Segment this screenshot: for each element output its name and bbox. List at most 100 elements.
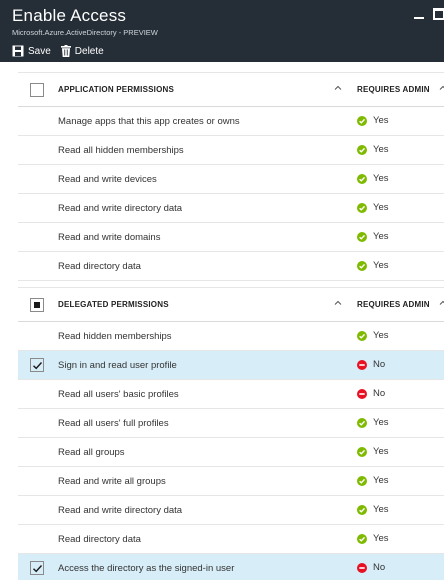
green-check-circle-icon xyxy=(357,533,367,544)
requires-admin-status: No xyxy=(357,359,385,370)
permission-row[interactable]: Access the directory as the signed-in us… xyxy=(18,554,444,580)
permission-row[interactable]: Read and write domains Yes xyxy=(18,223,444,252)
permission-row[interactable]: Read and write directory data Yes xyxy=(18,194,444,223)
requires-admin-value: Yes xyxy=(373,417,389,428)
permission-row[interactable]: Sign in and read user profile No xyxy=(18,351,444,380)
requires-admin-column[interactable]: REQUIRES ADMIN xyxy=(357,300,430,309)
application-permissions-column[interactable]: APPLICATION PERMISSIONS xyxy=(58,85,174,94)
permission-row[interactable]: Read all users' basic profiles No xyxy=(18,380,444,409)
requires-admin-value: Yes xyxy=(373,504,389,515)
blade-subtitle: Microsoft.Azure.ActiveDirectory - PREVIE… xyxy=(12,28,158,37)
checkmark-icon xyxy=(33,362,43,370)
save-button[interactable]: Save xyxy=(12,45,51,57)
permission-row[interactable]: Read and write all groups Yes xyxy=(18,467,444,496)
permission-row[interactable]: Read all users' full profiles Yes xyxy=(18,409,444,438)
permission-label: Manage apps that this app creates or own… xyxy=(58,116,240,127)
requires-admin-value: Yes xyxy=(373,202,389,213)
green-check-circle-icon xyxy=(357,173,367,184)
delegated-permissions-column[interactable]: DELEGATED PERMISSIONS xyxy=(58,300,169,309)
permission-label: Read directory data xyxy=(58,534,141,545)
row-checkbox[interactable] xyxy=(30,561,44,575)
green-check-circle-icon xyxy=(357,115,367,126)
requires-admin-value: No xyxy=(373,388,386,399)
permission-label: Access the directory as the signed-in us… xyxy=(58,563,235,574)
red-minus-circle-icon xyxy=(357,359,367,370)
permission-row[interactable]: Read directory data Yes xyxy=(18,525,444,554)
requires-admin-value: Yes xyxy=(373,446,389,457)
minimize-icon[interactable] xyxy=(414,8,426,22)
select-all-delegated-checkbox[interactable] xyxy=(30,298,44,312)
requires-admin-value: Yes xyxy=(373,144,389,155)
requires-admin-status: Yes xyxy=(357,475,389,486)
blade-title: Enable Access xyxy=(12,6,127,25)
permission-label: Read all hidden memberships xyxy=(58,145,184,156)
green-check-circle-icon xyxy=(357,504,367,515)
requires-admin-value: No xyxy=(373,359,386,370)
requires-admin-value: Yes xyxy=(373,173,389,184)
requires-admin-status: No xyxy=(357,562,385,573)
checkmark-icon xyxy=(33,565,43,573)
chevron-up-icon[interactable] xyxy=(438,83,444,93)
floppy-disk-icon xyxy=(12,45,24,57)
permission-row[interactable]: Read hidden memberships Yes xyxy=(18,322,444,351)
red-minus-circle-icon xyxy=(357,388,367,399)
application-permissions-header: APPLICATION PERMISSIONS REQUIRES ADMIN xyxy=(18,72,444,107)
trash-icon xyxy=(60,45,71,57)
permission-label: Read and write directory data xyxy=(58,203,183,214)
delete-label: Delete xyxy=(74,45,104,57)
permission-label: Read all users' full profiles xyxy=(58,418,169,429)
chevron-up-icon[interactable] xyxy=(438,298,444,308)
requires-admin-value: No xyxy=(373,562,386,573)
permission-label: Read and write domains xyxy=(58,232,161,243)
requires-admin-status: Yes xyxy=(357,260,389,271)
permission-row[interactable]: Read directory data Yes xyxy=(18,252,444,281)
command-bar: Save Delete xyxy=(12,43,114,59)
requires-admin-value: Yes xyxy=(373,475,389,486)
chevron-up-icon[interactable] xyxy=(333,298,343,308)
green-check-circle-icon xyxy=(357,475,367,486)
requires-admin-value: Yes xyxy=(373,115,389,126)
permission-label: Read and write all groups xyxy=(58,476,166,487)
delete-button[interactable]: Delete xyxy=(60,45,104,57)
requires-admin-status: Yes xyxy=(357,144,389,155)
select-all-application-checkbox[interactable] xyxy=(30,83,44,97)
red-minus-circle-icon xyxy=(357,562,367,573)
requires-admin-value: Yes xyxy=(373,533,389,544)
requires-admin-status: Yes xyxy=(357,417,389,428)
maximize-icon[interactable] xyxy=(433,8,444,20)
green-check-circle-icon xyxy=(357,231,367,242)
permission-row[interactable]: Read and write directory data Yes xyxy=(18,496,444,525)
row-checkbox[interactable] xyxy=(30,358,44,372)
green-check-circle-icon xyxy=(357,330,367,341)
chevron-up-icon[interactable] xyxy=(333,83,343,93)
requires-admin-status: No xyxy=(357,388,385,399)
requires-admin-status: Yes xyxy=(357,173,389,184)
requires-admin-value: Yes xyxy=(373,260,389,271)
requires-admin-status: Yes xyxy=(357,533,389,544)
permission-label: Sign in and read user profile xyxy=(58,360,177,371)
green-check-circle-icon xyxy=(357,417,367,428)
permission-label: Read all groups xyxy=(58,447,125,458)
permission-label: Read hidden memberships xyxy=(58,331,172,342)
requires-admin-column[interactable]: REQUIRES ADMIN xyxy=(357,85,430,94)
requires-admin-value: Yes xyxy=(373,231,389,242)
requires-admin-status: Yes xyxy=(357,504,389,515)
requires-admin-status: Yes xyxy=(357,446,389,457)
requires-admin-value: Yes xyxy=(373,330,389,341)
permission-row[interactable]: Read all hidden memberships Yes xyxy=(18,136,444,165)
permission-label: Read all users' basic profiles xyxy=(58,389,179,400)
permission-label: Read directory data xyxy=(58,261,141,272)
permission-row[interactable]: Manage apps that this app creates or own… xyxy=(18,107,444,136)
permission-row[interactable]: Read and write devices Yes xyxy=(18,165,444,194)
delegated-permissions-header: DELEGATED PERMISSIONS REQUIRES ADMIN xyxy=(18,287,444,322)
green-check-circle-icon xyxy=(357,260,367,271)
permission-label: Read and write directory data xyxy=(58,505,183,516)
blade-header: Enable Access Microsoft.Azure.ActiveDire… xyxy=(0,0,444,62)
requires-admin-status: Yes xyxy=(357,202,389,213)
requires-admin-status: Yes xyxy=(357,330,389,341)
permission-label: Read and write devices xyxy=(58,174,157,185)
green-check-circle-icon xyxy=(357,446,367,457)
save-label: Save xyxy=(28,45,51,57)
requires-admin-status: Yes xyxy=(357,115,389,126)
permission-row[interactable]: Read all groups Yes xyxy=(18,438,444,467)
